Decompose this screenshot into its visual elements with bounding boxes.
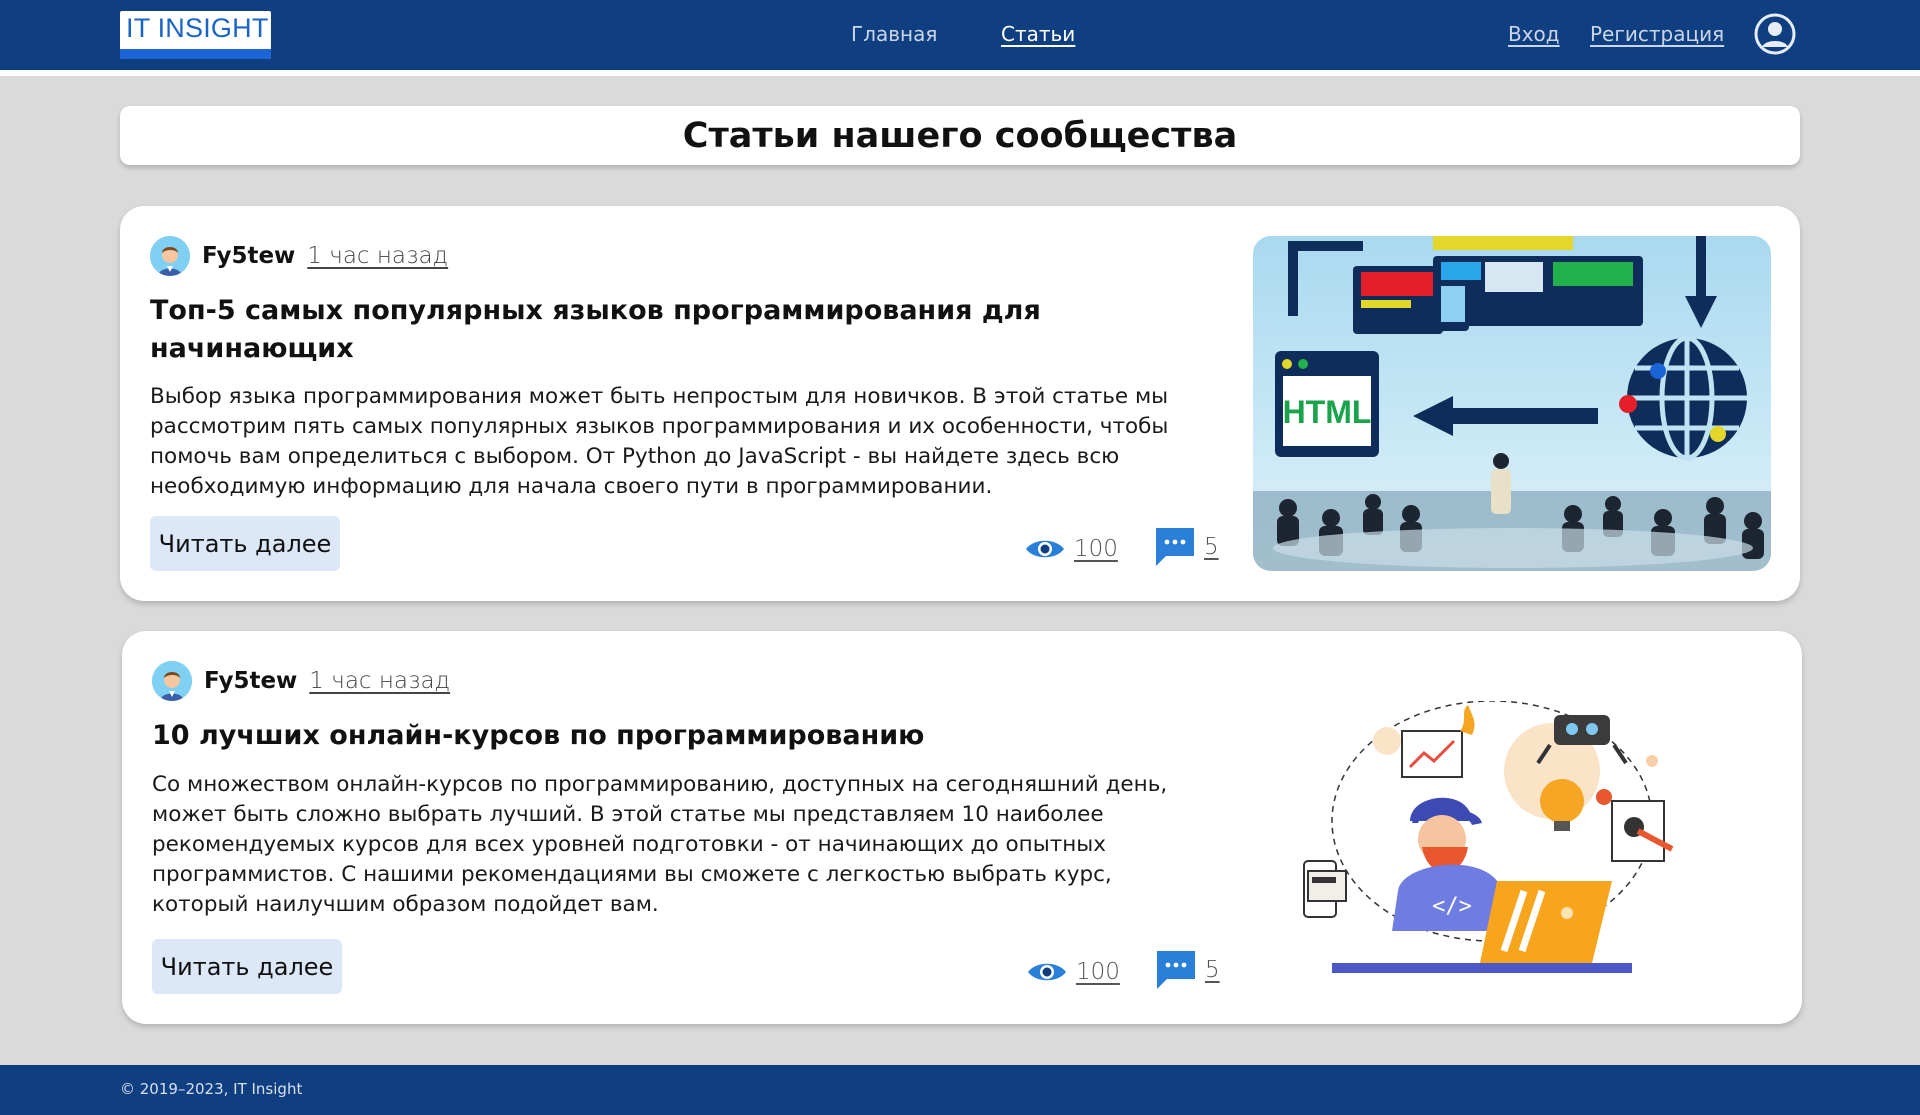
read-more-button[interactable]: Читать далее: [150, 516, 340, 571]
article-image[interactable]: </>: [1292, 701, 1684, 981]
comment-icon: [1156, 528, 1194, 566]
views-stat: 100: [1024, 526, 1118, 572]
article-card: Fy5tew 1 час назад 10 лучших онлайн-курс…: [122, 631, 1802, 1024]
article-card: Fy5tew 1 час назад Топ-5 самых популярны…: [120, 206, 1800, 601]
article-author: Fy5tew 1 час назад: [150, 236, 448, 276]
logo-bar: [120, 49, 271, 59]
author-name[interactable]: Fy5tew: [204, 668, 297, 694]
comments-stat: 5: [1154, 524, 1219, 570]
article-title[interactable]: 10 лучших онлайн-курсов по программирова…: [152, 717, 1052, 755]
views-stat: 100: [1026, 949, 1120, 995]
image-code-label: </>: [1432, 894, 1472, 919]
site-header: IT INSIGHT Главная Статьи Вход Регистрац…: [0, 0, 1920, 70]
comments-count[interactable]: 5: [1205, 957, 1220, 983]
header-divider: [0, 70, 1920, 76]
register-link[interactable]: Регистрация: [1590, 22, 1724, 46]
author-avatar[interactable]: [150, 236, 190, 276]
views-count[interactable]: 100: [1074, 536, 1118, 562]
eye-icon: [1026, 540, 1064, 558]
copyright-text: © 2019–2023, IT Insight: [120, 1080, 303, 1098]
logo-text: IT INSIGHT: [126, 13, 269, 43]
views-count[interactable]: 100: [1076, 959, 1120, 985]
page-title-card: Статьи нашего сообщества: [120, 106, 1800, 165]
eye-icon: [1028, 963, 1066, 981]
page-title: Статьи нашего сообщества: [682, 115, 1238, 156]
article-excerpt: Со множеством онлайн-курсов по программи…: [152, 772, 1168, 917]
image-html-label: HTML: [1283, 394, 1372, 430]
comments-count[interactable]: 5: [1204, 534, 1219, 560]
comments-stat: 5: [1155, 947, 1220, 993]
post-time[interactable]: 1 час назад: [309, 668, 450, 694]
article-title[interactable]: Топ-5 самых популярных языков программир…: [150, 292, 1050, 368]
author-avatar[interactable]: [152, 661, 192, 701]
read-more-button[interactable]: Читать далее: [152, 939, 342, 994]
login-link[interactable]: Вход: [1508, 22, 1560, 46]
author-name[interactable]: Fy5tew: [202, 243, 295, 269]
site-logo[interactable]: IT INSIGHT: [120, 11, 271, 59]
nav-articles[interactable]: Статьи: [1001, 22, 1075, 46]
article-image[interactable]: HTML: [1253, 236, 1771, 571]
comment-icon: [1157, 951, 1195, 989]
nav-home[interactable]: Главная: [851, 22, 937, 46]
user-icon[interactable]: [1754, 13, 1796, 55]
article-author: Fy5tew 1 час назад: [152, 661, 450, 701]
article-excerpt: Выбор языка программирования может быть …: [150, 384, 1169, 499]
post-time[interactable]: 1 час назад: [307, 243, 448, 269]
site-footer: © 2019–2023, IT Insight: [0, 1065, 1920, 1115]
